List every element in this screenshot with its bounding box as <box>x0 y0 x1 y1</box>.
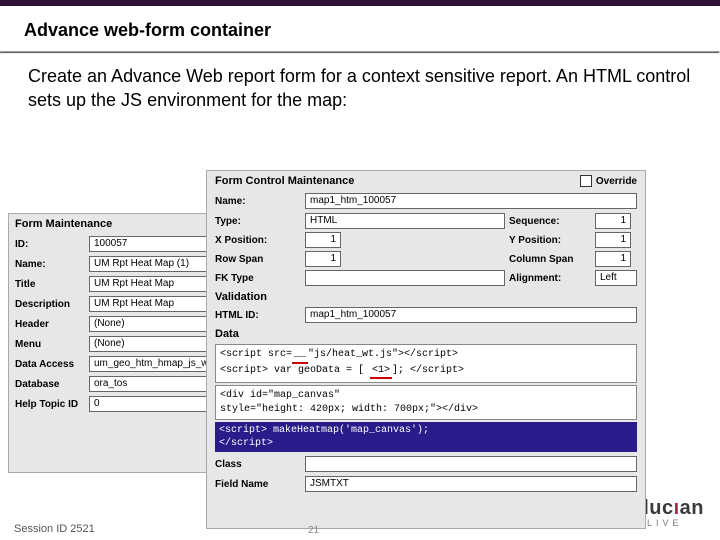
fcm-colspan-field[interactable]: 1 <box>595 251 631 267</box>
fcm-align-field[interactable]: Left <box>595 270 637 286</box>
fcm-rowspan-field[interactable]: 1 <box>305 251 341 267</box>
fm-id-field[interactable]: 100057 <box>89 236 217 252</box>
code-line-1a: <script src= <box>220 349 292 360</box>
fm-header-field[interactable]: (None) <box>89 316 217 332</box>
fcm-colspan-label: Column Span <box>509 254 591 265</box>
fcm-fktype-label: FK Type <box>215 273 301 284</box>
fcm-seq-field[interactable]: 1 <box>595 213 631 229</box>
form-control-maintenance-window: Form Control Maintenance Override Name: … <box>206 170 646 529</box>
fm-data-field[interactable]: um_geo_htm_hmap_js_wkeys <box>89 356 217 372</box>
code-line-3: <div id="map_canvas" <box>220 389 632 403</box>
fm-id-label: ID: <box>15 239 85 250</box>
fcm-seq-label: Sequence: <box>509 216 591 227</box>
code-line-4: style="height: 420px; width: 700px;"></d… <box>220 403 632 417</box>
fcm-class-label: Class <box>215 459 301 470</box>
fm-title-field[interactable]: UM Rpt Heat Map <box>89 276 217 292</box>
fcm-htmlid-label: HTML ID: <box>215 310 301 321</box>
lead-paragraph: Create an Advance Web report form for a … <box>28 64 692 113</box>
fcm-type-label: Type: <box>215 216 301 227</box>
fcm-class-field[interactable] <box>305 456 637 472</box>
fm-title-label: Title <box>15 279 85 290</box>
page-number: 21 <box>308 525 319 536</box>
fcm-ypos-label: Y Position: <box>509 235 591 246</box>
fm-help-field[interactable]: 0 <box>89 396 217 412</box>
fcm-align-label: Alignment: <box>509 273 591 284</box>
fm-db-field[interactable]: ora_tos <box>89 376 217 392</box>
code-line-1-redline: __ <box>292 348 308 364</box>
fm-menu-field[interactable]: (None) <box>89 336 217 352</box>
fcm-data-highlight[interactable]: <script> makeHeatmap('map_canvas'); </sc… <box>215 422 637 452</box>
override-label: Override <box>596 176 637 187</box>
fcm-xpos-label: X Position: <box>215 235 301 246</box>
fcm-fieldname-label: Field Name <box>215 479 301 490</box>
fm-desc-field[interactable]: UM Rpt Heat Map <box>89 296 217 312</box>
hilite-line-1: <script> makeHeatmap('map_canvas'); <box>219 424 633 437</box>
override-checkbox[interactable] <box>580 175 592 187</box>
fm-data-label: Data Access <box>15 359 85 370</box>
fm-name-field[interactable]: UM Rpt Heat Map (1) <box>89 256 217 272</box>
fm-help-label: Help Topic ID <box>15 399 85 410</box>
fcm-htmlid-field[interactable]: map1_htm_100057 <box>305 307 637 323</box>
hilite-line-2: </script> <box>219 437 633 450</box>
fcm-data-block-1[interactable]: <script src=__"js/heat_wt.js"></script> … <box>215 344 637 383</box>
form-maintenance-window: Form Maintenance ID: 100057 Name: UM Rpt H… <box>8 213 236 473</box>
fcm-type-field[interactable]: HTML <box>305 213 505 229</box>
fcm-name-field[interactable]: map1_htm_100057 <box>305 193 637 209</box>
fm-name-label: Name: <box>15 259 85 270</box>
fcm-xpos-field[interactable]: 1 <box>305 232 341 248</box>
brand-part-2: an <box>680 497 704 519</box>
fcm-ypos-field[interactable]: 1 <box>595 232 631 248</box>
fm-menu-label: Menu <box>15 339 85 350</box>
fcm-rowspan-label: Row Span <box>215 254 301 265</box>
fcm-fieldname-field[interactable]: JSMTXT <box>305 476 637 492</box>
fcm-heading: Form Control Maintenance <box>215 175 354 187</box>
slide-title: Advance web-form container <box>0 6 720 51</box>
fcm-validation-section: Validation <box>207 288 645 305</box>
fcm-name-label: Name: <box>215 196 301 207</box>
code-line-2a: <script> var geoData = [ <box>220 365 370 376</box>
fm-header-label: Header <box>15 319 85 330</box>
session-id-label: Session ID 2521 <box>14 523 95 535</box>
fcm-data-block-2[interactable]: <div id="map_canvas" style="height: 420p… <box>215 385 637 420</box>
fm-db-label: Database <box>15 379 85 390</box>
code-line-1b: "js/heat_wt.js"></script> <box>308 349 458 360</box>
fcm-data-section: Data <box>207 325 645 342</box>
fm-heading: Form Maintenance <box>9 214 235 234</box>
fcm-fktype-field[interactable] <box>305 270 505 286</box>
fm-desc-label: Description <box>15 299 85 310</box>
code-line-2b: ]; </script> <box>392 365 464 376</box>
code-line-2-redline: <1> <box>370 364 392 380</box>
